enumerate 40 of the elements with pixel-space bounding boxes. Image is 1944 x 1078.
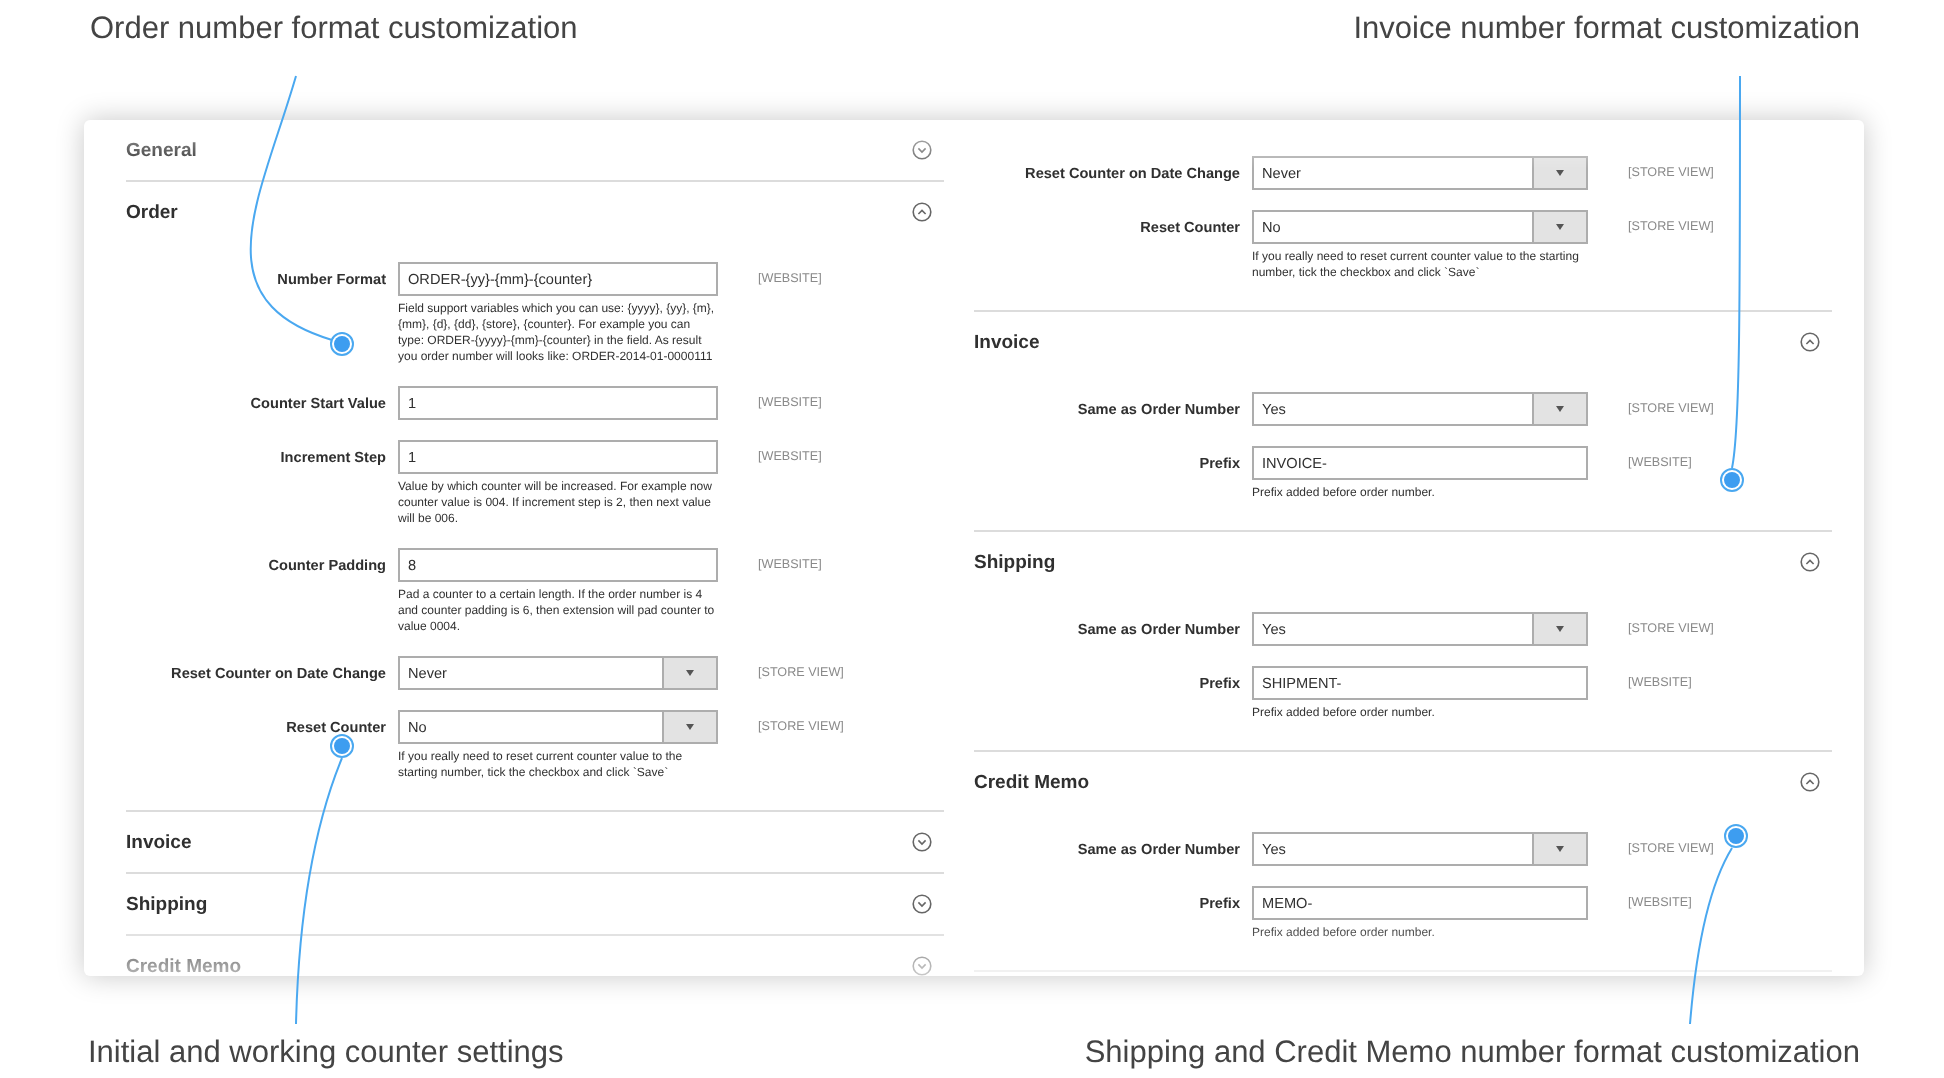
caret-icon (686, 724, 694, 730)
dropdown-button[interactable] (662, 712, 716, 742)
callout-caption: Order number format customization (90, 12, 578, 48)
callout-caption: Invoice number format customization (1353, 12, 1860, 48)
section-header[interactable]: Invoice (126, 812, 944, 872)
section-title: Shipping (126, 893, 208, 915)
section-title: Order (126, 201, 178, 223)
caret-icon (1556, 406, 1564, 412)
section-header[interactable]: Invoice (974, 312, 1832, 372)
expand-icon[interactable] (912, 894, 932, 914)
callout-caption: Shipping and Credit Memo number format customization (1084, 1036, 1860, 1072)
section-header[interactable]: Credit Memo (974, 752, 1832, 812)
section-title: General (126, 139, 197, 161)
section-title: Invoice (974, 331, 1040, 353)
caret-icon (1556, 170, 1564, 176)
dropdown-button[interactable] (1532, 212, 1586, 242)
caret-icon (1556, 846, 1564, 852)
section-title: Credit Memo (126, 955, 242, 976)
dropdown-button[interactable] (1532, 614, 1586, 644)
section-title: Credit Memo (974, 771, 1090, 793)
expand-icon[interactable] (912, 832, 932, 852)
section-header[interactable]: Shipping (974, 532, 1832, 592)
section-title: Shipping (974, 551, 1056, 573)
dropdown-button[interactable] (1532, 158, 1586, 188)
callout-caption: Initial and working counter settings (88, 1036, 564, 1072)
collapse-icon[interactable] (1800, 552, 1820, 572)
expand-icon[interactable] (912, 140, 932, 160)
dropdown-button[interactable] (1532, 394, 1586, 424)
collapse-icon[interactable] (1800, 772, 1820, 792)
dropdown-button[interactable] (1532, 834, 1586, 864)
section-header[interactable]: Shipping (126, 874, 944, 934)
section-header[interactable]: General (126, 120, 944, 180)
collapse-icon[interactable] (1800, 332, 1820, 352)
section-header[interactable]: Order (126, 182, 944, 242)
collapse-icon[interactable] (912, 202, 932, 222)
caret-icon (1556, 626, 1564, 632)
dropdown-button[interactable] (662, 658, 716, 688)
caret-icon (1556, 224, 1564, 230)
section-title: Invoice (126, 831, 192, 853)
caret-icon (686, 670, 694, 676)
